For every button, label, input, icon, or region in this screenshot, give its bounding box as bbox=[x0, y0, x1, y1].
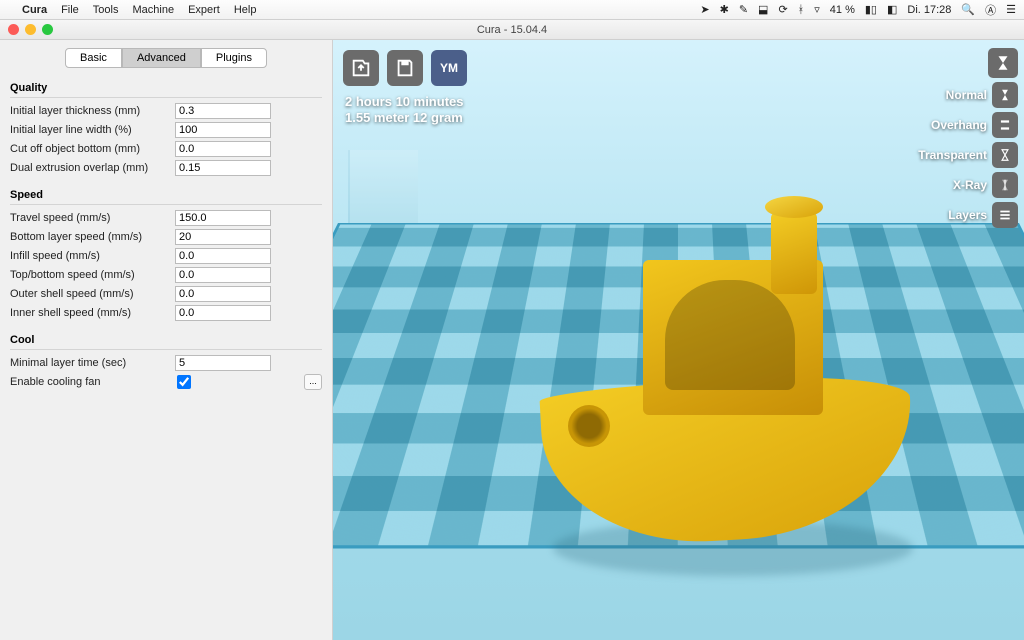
tab-basic[interactable]: Basic bbox=[65, 48, 122, 68]
menu-machine[interactable]: Machine bbox=[132, 4, 174, 16]
status-arrows-icon[interactable]: ➤ bbox=[700, 3, 709, 16]
input-initial-layer-line-width[interactable] bbox=[175, 122, 271, 138]
notif-center-icon[interactable]: ☰ bbox=[1006, 3, 1016, 16]
model-3dbenchy[interactable] bbox=[513, 190, 943, 590]
settings-tabs: Basic Advanced Plugins bbox=[10, 48, 322, 68]
close-button[interactable] bbox=[8, 24, 19, 35]
view-mode-panel: Normal Overhang Transparent X-Ray bbox=[918, 48, 1018, 228]
cooling-fan-options-button[interactable]: ... bbox=[304, 374, 322, 390]
clock[interactable]: Di. 17:28 bbox=[907, 4, 951, 16]
app-menu[interactable]: Cura bbox=[22, 4, 47, 16]
window-titlebar: Cura - 15.04.4 bbox=[0, 20, 1024, 40]
viewmode-menu-button[interactable] bbox=[988, 48, 1018, 78]
input-initial-layer-thickness[interactable] bbox=[175, 103, 271, 119]
dropbox-icon[interactable]: ⬓ bbox=[758, 3, 768, 16]
input-infill-speed[interactable] bbox=[175, 248, 271, 264]
viewmode-layers-button[interactable] bbox=[992, 202, 1018, 228]
minimize-button[interactable] bbox=[25, 24, 36, 35]
label-infill-speed: Infill speed (mm/s) bbox=[10, 250, 175, 262]
print-time: 2 hours 10 minutes bbox=[345, 94, 463, 110]
viewmode-layers-label: Layers bbox=[948, 208, 987, 222]
tab-advanced[interactable]: Advanced bbox=[122, 48, 201, 68]
input-minimal-layer-time[interactable] bbox=[175, 355, 271, 371]
menu-expert[interactable]: Expert bbox=[188, 4, 220, 16]
label-enable-cooling-fan: Enable cooling fan bbox=[10, 376, 175, 388]
maximize-button[interactable] bbox=[42, 24, 53, 35]
viewmode-normal-button[interactable] bbox=[992, 82, 1018, 108]
label-bottom-layer-speed: Bottom layer speed (mm/s) bbox=[10, 231, 175, 243]
spotlight-icon[interactable]: 🔍 bbox=[961, 3, 975, 16]
input-top-bottom-speed[interactable] bbox=[175, 267, 271, 283]
print-material: 1.55 meter 12 gram bbox=[345, 110, 463, 126]
checkbox-enable-cooling-fan[interactable] bbox=[177, 375, 191, 389]
benchy-porthole bbox=[568, 405, 610, 447]
input-inner-shell-speed[interactable] bbox=[175, 305, 271, 321]
save-gcode-button[interactable] bbox=[387, 50, 423, 86]
label-initial-layer-line-width: Initial layer line width (%) bbox=[10, 124, 175, 136]
settings-panel: Basic Advanced Plugins Quality Initial l… bbox=[0, 40, 333, 640]
viewmode-xray-button[interactable] bbox=[992, 172, 1018, 198]
label-dual-extrusion-overlap: Dual extrusion overlap (mm) bbox=[10, 162, 175, 174]
input-cut-off-bottom[interactable] bbox=[175, 141, 271, 157]
bluetooth-icon[interactable]: ᚼ bbox=[798, 4, 805, 16]
label-initial-layer-thickness: Initial layer thickness (mm) bbox=[10, 105, 175, 117]
viewport-toolbar: YM bbox=[343, 50, 467, 86]
section-speed: Speed bbox=[10, 185, 322, 205]
input-bottom-layer-speed[interactable] bbox=[175, 229, 271, 245]
appstore-icon[interactable]: Ⓐ bbox=[985, 2, 996, 18]
input-dual-extrusion-overlap[interactable] bbox=[175, 160, 271, 176]
benchy-chimney bbox=[771, 212, 817, 294]
input-outer-shell-speed[interactable] bbox=[175, 286, 271, 302]
menu-help[interactable]: Help bbox=[234, 4, 257, 16]
3d-viewport[interactable]: YM 2 hours 10 minutes 1.55 meter 12 gram… bbox=[333, 40, 1024, 640]
pencil-icon[interactable]: ✎ bbox=[739, 3, 748, 16]
battery-percent: 41 % bbox=[830, 4, 855, 16]
evernote-icon[interactable]: ✱ bbox=[720, 3, 729, 16]
wifi-icon[interactable]: ▿ bbox=[814, 3, 820, 16]
viewmode-transparent-button[interactable] bbox=[992, 142, 1018, 168]
viewmode-overhang-button[interactable] bbox=[992, 112, 1018, 138]
label-travel-speed: Travel speed (mm/s) bbox=[10, 212, 175, 224]
save-icon bbox=[394, 57, 416, 79]
section-quality: Quality bbox=[10, 78, 322, 98]
viewmode-overhang-label: Overhang bbox=[931, 118, 987, 132]
overhang-icon bbox=[998, 118, 1012, 132]
print-estimate: 2 hours 10 minutes 1.55 meter 12 gram bbox=[345, 94, 463, 127]
layers-icon bbox=[998, 208, 1012, 222]
youmagine-icon: YM bbox=[440, 61, 458, 75]
macos-menubar: Cura File Tools Machine Expert Help ➤ ✱ … bbox=[0, 0, 1024, 20]
label-minimal-layer-time: Minimal layer time (sec) bbox=[10, 357, 175, 369]
xray-icon bbox=[998, 178, 1012, 192]
transparent-icon bbox=[998, 148, 1012, 162]
input-source-icon[interactable]: ◧ bbox=[887, 3, 897, 16]
input-travel-speed[interactable] bbox=[175, 210, 271, 226]
viewmode-normal-label: Normal bbox=[946, 88, 987, 102]
menu-tools[interactable]: Tools bbox=[93, 4, 119, 16]
label-outer-shell-speed: Outer shell speed (mm/s) bbox=[10, 288, 175, 300]
youmagine-button[interactable]: YM bbox=[431, 50, 467, 86]
normal-icon bbox=[998, 88, 1012, 102]
label-cut-off-bottom: Cut off object bottom (mm) bbox=[10, 143, 175, 155]
load-model-button[interactable] bbox=[343, 50, 379, 86]
label-inner-shell-speed: Inner shell speed (mm/s) bbox=[10, 307, 175, 319]
tab-plugins[interactable]: Plugins bbox=[201, 48, 267, 68]
viewmode-xray-label: X-Ray bbox=[953, 178, 987, 192]
viewmode-transparent-label: Transparent bbox=[918, 148, 987, 162]
open-file-icon bbox=[350, 57, 372, 79]
section-cool: Cool bbox=[10, 330, 322, 350]
battery-icon[interactable]: ▮▯ bbox=[865, 3, 877, 16]
label-top-bottom-speed: Top/bottom speed (mm/s) bbox=[10, 269, 175, 281]
window-title: Cura - 15.04.4 bbox=[477, 24, 547, 36]
hourglass-icon bbox=[994, 54, 1012, 72]
menu-file[interactable]: File bbox=[61, 4, 79, 16]
sync-icon[interactable]: ⟳ bbox=[778, 3, 787, 16]
